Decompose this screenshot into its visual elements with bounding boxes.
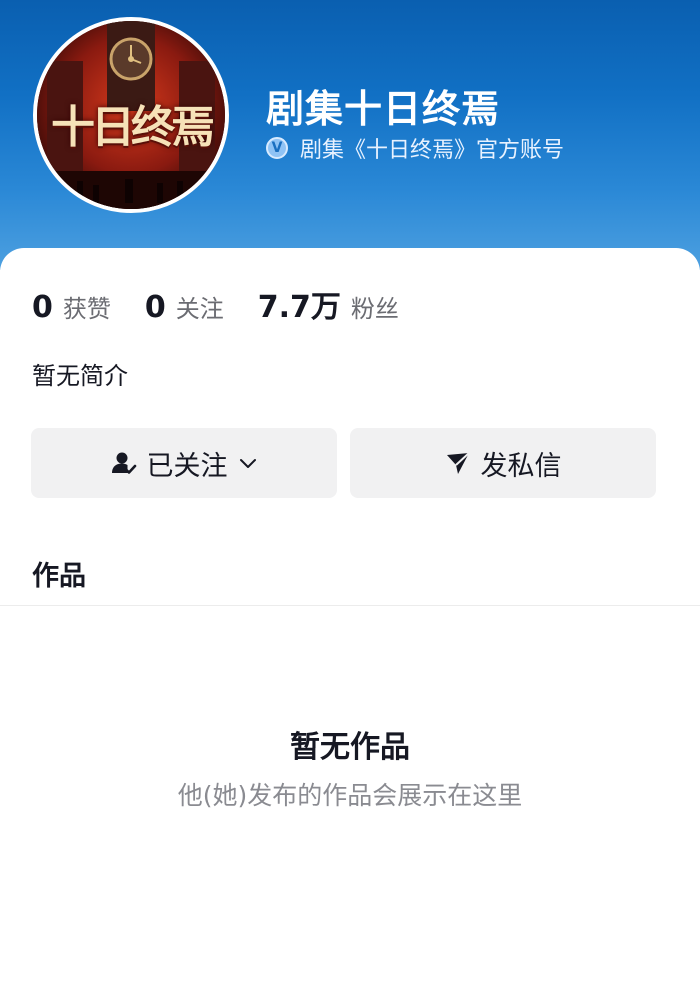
chevron-down-icon [238, 453, 258, 473]
stat-likes[interactable]: 0 获赞 [32, 289, 111, 325]
profile-card: 0 获赞 0 关注 7.7万 粉丝 暂无简介 已关注 发私信 作品 暂无作品 他… [0, 248, 700, 991]
follow-button-label: 已关注 [146, 450, 228, 482]
send-plane-icon [445, 450, 471, 476]
stats-row: 0 获赞 0 关注 7.7万 粉丝 [32, 282, 433, 326]
stat-value: 0 [144, 290, 166, 325]
profile-name: 剧集十日终焉 [266, 87, 501, 131]
stat-following[interactable]: 0 关注 [145, 289, 224, 325]
empty-works-title: 暂无作品 [290, 730, 410, 765]
follow-button[interactable]: 已关注 [31, 428, 337, 498]
stat-value: 7.7万 [257, 290, 341, 325]
verification-text: 剧集《十日终焉》官方账号 [300, 138, 565, 163]
stat-label: 粉丝 [350, 295, 399, 323]
stat-value: 0 [32, 290, 53, 325]
message-button-label: 发私信 [480, 450, 562, 482]
message-button[interactable]: 发私信 [350, 428, 656, 498]
stat-followers[interactable]: 7.7万 粉丝 [258, 282, 399, 326]
bio-text: 暂无简介 [32, 362, 128, 390]
empty-works-subtitle: 他(她)发布的作品会展示在这里 [177, 781, 523, 810]
verified-badge-icon: V [266, 137, 288, 159]
stat-label: 关注 [175, 295, 224, 323]
divider [0, 605, 700, 606]
avatar[interactable]: 十日终焉 [33, 17, 229, 213]
verification-row: V 剧集《十日终焉》官方账号 [266, 132, 564, 164]
stat-label: 获赞 [62, 295, 111, 323]
works-tab-title[interactable]: 作品 [32, 554, 86, 593]
profile-header: 十日终焉 剧集十日终焉 V 剧集《十日终焉》官方账号 [0, 0, 700, 270]
avatar-title-text: 十日终焉 [51, 102, 215, 153]
user-check-icon [111, 450, 137, 476]
